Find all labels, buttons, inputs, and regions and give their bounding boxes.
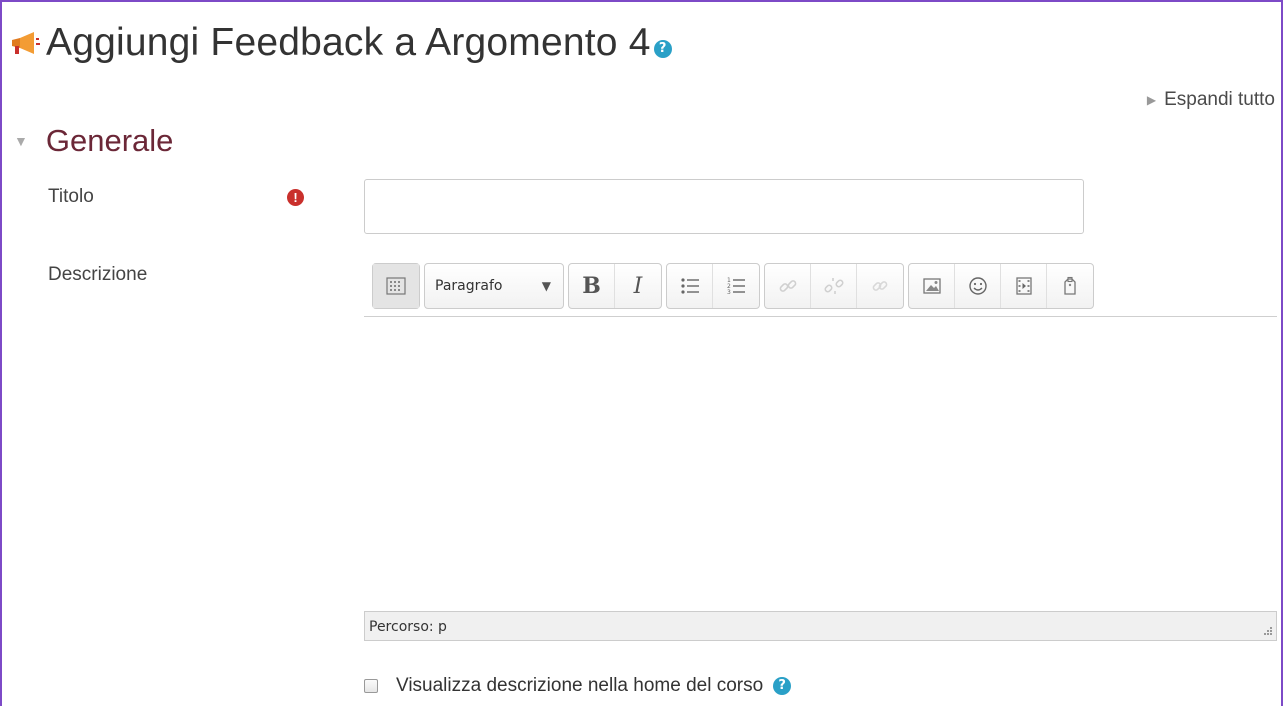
expand-all-label: Espandi tutto — [1164, 89, 1275, 110]
unordered-list-icon — [680, 278, 699, 294]
expand-all-link[interactable]: ▶ Espandi tutto — [1147, 89, 1275, 111]
svg-text:3: 3 — [727, 289, 731, 296]
help-icon[interactable]: ? — [653, 40, 672, 58]
manage-files-icon — [1064, 276, 1076, 295]
toolbar-group-insert — [908, 263, 1094, 309]
manage-files-button[interactable] — [1047, 264, 1093, 308]
unlink-icon — [823, 278, 844, 294]
title-label: Titolo — [48, 186, 94, 207]
paragraph-select[interactable]: Paragrafo ▼ — [425, 264, 563, 308]
help-icon[interactable]: ? — [773, 677, 792, 695]
emoticon-button[interactable] — [955, 264, 1001, 308]
image-icon — [922, 278, 941, 294]
page-header: Aggiungi Feedback a Argomento 4 ? — [10, 18, 672, 68]
editor-path: Percorso: p — [369, 619, 447, 635]
link-icon — [779, 280, 796, 292]
ordered-list-icon: 123 — [727, 277, 745, 296]
chevron-down-icon: ▼ — [541, 279, 551, 293]
editor-path-bar: Percorso: p — [364, 611, 1277, 641]
toolbar-toggle-button[interactable] — [373, 264, 419, 308]
page-title: Aggiungi Feedback a Argomento 4 — [46, 21, 651, 64]
show-description-row: Visualizza descrizione nella home del co… — [364, 675, 792, 697]
show-description-label: Visualizza descrizione nella home del co… — [396, 675, 764, 696]
toolbar-group-links — [764, 263, 904, 309]
bold-icon: B — [582, 273, 601, 299]
unlink-button[interactable] — [811, 264, 857, 308]
editor-toolbar: Paragrafo ▼ B I 123 — [364, 255, 1277, 317]
caret-right-icon: ▶ — [1146, 93, 1157, 107]
toolbar-group-lists: 123 — [666, 263, 760, 309]
resize-grip-icon[interactable] — [1259, 624, 1273, 638]
description-editor: Paragrafo ▼ B I 123 Percorso: p — [364, 255, 1277, 643]
media-icon — [1015, 277, 1032, 295]
italic-icon: I — [633, 273, 643, 299]
auto-link-button[interactable] — [857, 264, 903, 308]
editor-content-area[interactable] — [364, 317, 1277, 611]
paragraph-select-value: Paragrafo — [435, 278, 503, 294]
toolbar-group-format: Paragrafo ▼ — [424, 263, 564, 309]
required-icon: ! — [287, 189, 304, 206]
caret-down-icon: ▼ — [14, 133, 28, 149]
toolbar-group-toggle — [372, 263, 420, 309]
bold-button[interactable]: B — [569, 264, 615, 308]
auto-link-icon — [872, 281, 888, 291]
title-input[interactable] — [364, 179, 1084, 234]
italic-button[interactable]: I — [615, 264, 661, 308]
emoticon-icon — [968, 277, 987, 295]
section-header-generale[interactable]: ▼ Generale — [14, 123, 173, 159]
unordered-list-button[interactable] — [667, 264, 713, 308]
ordered-list-button[interactable]: 123 — [713, 264, 759, 308]
link-button[interactable] — [765, 264, 811, 308]
toolbar-toggle-icon — [386, 277, 406, 295]
media-button[interactable] — [1001, 264, 1047, 308]
feedback-megaphone-icon — [12, 32, 40, 54]
section-title: Generale — [45, 123, 174, 158]
show-description-checkbox[interactable] — [364, 679, 378, 693]
description-label: Descrizione — [48, 264, 148, 285]
toolbar-group-style: B I — [568, 263, 662, 309]
image-button[interactable] — [909, 264, 955, 308]
